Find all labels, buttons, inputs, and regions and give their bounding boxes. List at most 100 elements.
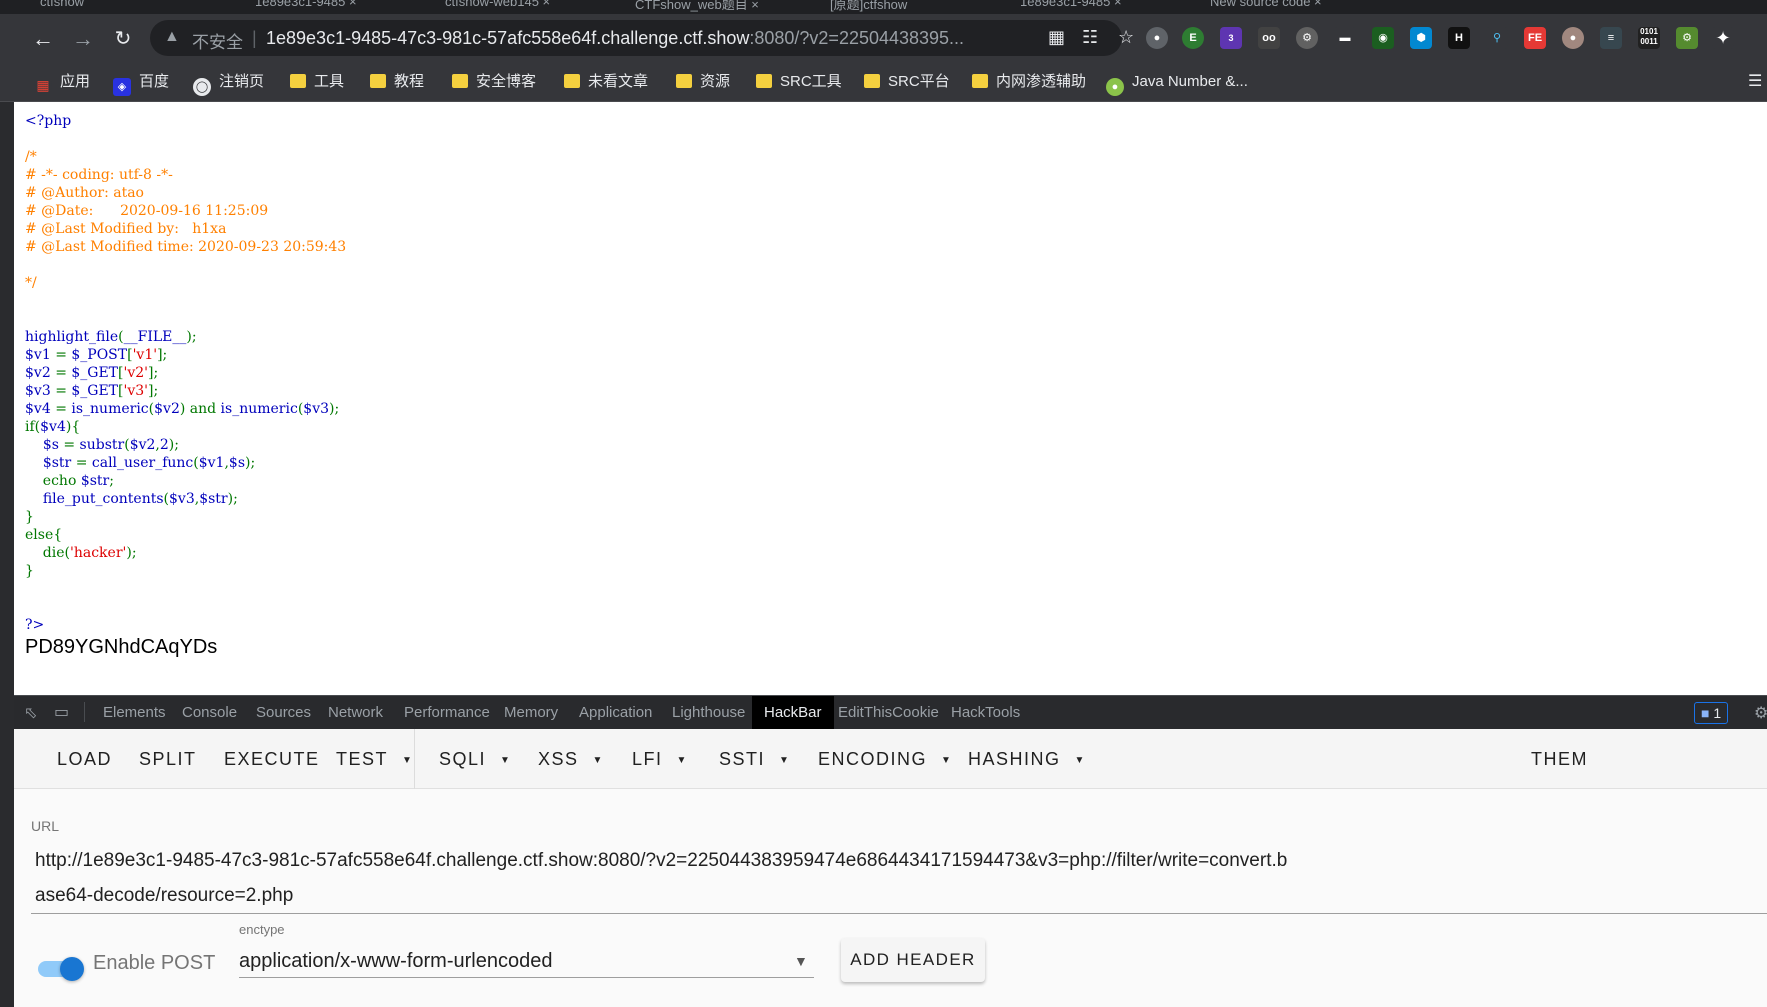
hackbar-split-button[interactable]: SPLIT <box>139 729 197 789</box>
device-toolbar-icon[interactable]: ▭ <box>54 702 69 722</box>
devtools-tab-hacktools[interactable]: HackTools <box>939 696 1032 730</box>
devtools-tab-console[interactable]: Console <box>170 696 249 730</box>
browser-tab[interactable]: ctfshow <box>40 0 84 14</box>
enctype-label: enctype <box>239 922 285 937</box>
devtools-tab-editthiscookie[interactable]: EditThisCookie <box>826 696 951 730</box>
folder-icon <box>452 74 468 88</box>
bookmark-folder-intranet[interactable]: 内网渗透辅助 <box>972 71 1086 93</box>
bookmark-folder-unread[interactable]: 未看文章 <box>564 71 648 93</box>
browser-tab[interactable]: New source code × <box>1210 0 1322 14</box>
devtools-tab-sources[interactable]: Sources <box>244 696 323 730</box>
reading-list-icon[interactable]: ☰ <box>1748 71 1762 93</box>
browser-tab[interactable]: 1e89e3c1-9485 × <box>255 0 357 14</box>
enable-post-toggle[interactable] <box>38 957 84 981</box>
devtools-tab-hackbar[interactable]: HackBar <box>752 696 834 730</box>
browser-tab[interactable]: 1e89e3c1-9485 × <box>1020 0 1122 14</box>
hackbar-encoding-menu[interactable]: ENCODING ▼ <box>818 729 951 789</box>
hat-icon[interactable]: ▬ <box>1334 27 1356 49</box>
bookmark-folder-src-platforms[interactable]: SRC平台 <box>864 71 950 93</box>
bookmark-java-number[interactable]: ● Java Number &... <box>1106 71 1248 96</box>
extension-purple-icon[interactable]: 3 <box>1220 27 1242 49</box>
enctype-select[interactable]: application/x-www-form-urlencoded <box>239 950 552 973</box>
location-pin-icon[interactable]: ⚲ <box>1486 27 1508 49</box>
chevron-down-icon: ▼ <box>402 755 412 766</box>
bookmark-folder-resources[interactable]: 资源 <box>676 71 730 93</box>
folder-icon <box>676 74 692 88</box>
bookmark-label: 安全博客 <box>476 73 537 90</box>
devtools-tab-network[interactable]: Network <box>316 696 395 730</box>
python-icon[interactable]: ≡ <box>1600 27 1622 49</box>
hackbar-menu-label: EXECUTE <box>224 749 320 769</box>
hackbar-menu-label: ENCODING <box>818 749 928 769</box>
chevron-down-icon: ▼ <box>941 755 951 766</box>
cookie-icon[interactable]: ● <box>1562 27 1584 49</box>
forward-button[interactable]: → <box>68 24 98 54</box>
bookmark-folder-src-tools[interactable]: SRC工具 <box>756 71 842 93</box>
hackbar-menu-label: THEM <box>1531 749 1588 769</box>
hackbar-load-button[interactable]: LOAD <box>57 729 112 789</box>
address-url[interactable]: 1e89e3c1-9485-47c3-981c-57afc558e64f.cha… <box>266 28 1026 49</box>
evernote-icon[interactable]: E <box>1182 27 1204 49</box>
wrench-extension-icon[interactable]: ⚙ <box>1676 27 1698 49</box>
fe-helper-icon[interactable]: FE <box>1524 27 1546 49</box>
hackbar-test-menu[interactable]: TEST ▼ <box>336 729 412 789</box>
bookmark-label: 工具 <box>314 73 345 90</box>
hackbar-theme-menu[interactable]: THEM <box>1531 729 1588 789</box>
hackbar-execute-button[interactable]: EXECUTE <box>224 729 320 789</box>
hackbar-lfi-menu[interactable]: LFI ▼ <box>632 729 686 789</box>
left-gutter <box>0 102 14 1007</box>
folder-icon <box>756 74 772 88</box>
bookmark-folder-tutorials[interactable]: 教程 <box>370 71 424 93</box>
bookmark-label: Java Number &... <box>1132 73 1248 90</box>
chevron-down-icon: ▼ <box>779 755 789 766</box>
bookmark-star-icon[interactable]: ☆ <box>1118 27 1134 48</box>
address-bar[interactable]: ▲ 不安全 | 1e89e3c1-9485-47c3-981c-57afc558… <box>150 20 1134 56</box>
reload-button[interactable]: ↻ <box>108 24 138 54</box>
extension-badge: 3 <box>1228 33 1234 43</box>
extensions-puzzle-icon[interactable]: ✦ <box>1712 27 1734 49</box>
dropdown-arrow-icon[interactable]: ▼ <box>794 953 808 969</box>
glasses-icon[interactable]: oo <box>1258 27 1280 49</box>
browser-tab[interactable]: ctfshow-web145 × <box>445 0 550 14</box>
hackbar-hashing-menu[interactable]: HASHING ▼ <box>968 729 1084 789</box>
devtools-tab-lighthouse[interactable]: Lighthouse <box>660 696 757 730</box>
add-header-button[interactable]: ADD HEADER <box>841 938 985 982</box>
bookmark-apps[interactable]: ▦ 应用 <box>34 71 90 94</box>
devtools-tab-elements[interactable]: Elements <box>91 696 178 730</box>
devtools-settings-icon[interactable]: ⚙ <box>1754 703 1767 723</box>
translate-icon[interactable]: ☷ <box>1082 27 1098 48</box>
browser-tab[interactable]: [原题]ctfshow <box>830 0 907 14</box>
hackbar-divider <box>414 729 415 789</box>
bookmark-baidu[interactable]: ◈ 百度 <box>113 71 169 96</box>
browser-toolbar: ← → ↻ ▲ 不安全 | 1e89e3c1-9485-47c3-981c-57… <box>0 14 1767 62</box>
cube-icon[interactable]: ⬢ <box>1410 27 1432 49</box>
hackbar-xss-menu[interactable]: XSS ▼ <box>538 729 602 789</box>
bookmark-folder-tools[interactable]: 工具 <box>290 71 344 93</box>
hackbar-menu-label: TEST <box>336 749 389 769</box>
binary-icon[interactable]: 0101 0011 <box>1638 27 1660 49</box>
hackbar-body: URL http://1e89e3c1-9485-47c3-981c-57afc… <box>14 789 1767 1007</box>
issues-counter[interactable]: ■ 1 <box>1694 702 1729 724</box>
extension-circle-icon[interactable]: ● <box>1146 27 1168 49</box>
bookmark-folder-security-blogs[interactable]: 安全博客 <box>452 71 536 93</box>
back-button[interactable]: ← <box>28 24 58 54</box>
devtools-tab-performance[interactable]: Performance <box>392 696 502 730</box>
inspect-element-icon[interactable]: ⬁ <box>24 703 37 723</box>
hackbar-h-icon[interactable]: H <box>1448 27 1470 49</box>
url-textarea[interactable]: http://1e89e3c1-9485-47c3-981c-57afc558e… <box>35 843 1295 913</box>
bookmark-logout[interactable]: ◯ 注销页 <box>193 71 264 96</box>
qr-code-icon[interactable]: ▦ <box>1048 27 1065 48</box>
gear-extension-icon[interactable]: ⚙ <box>1296 27 1318 49</box>
folder-icon <box>564 74 580 88</box>
browser-tab[interactable]: CTFshow_web题目 × <box>635 0 759 14</box>
hackbar-menu-label: XSS <box>538 749 579 769</box>
page-output-text: PD89YGNhdCAqYDs <box>25 636 218 658</box>
hackbar-ssti-menu[interactable]: SSTI ▼ <box>719 729 789 789</box>
devtools-tab-application[interactable]: Application <box>567 696 664 730</box>
devtools-tab-memory[interactable]: Memory <box>492 696 570 730</box>
bookmark-label: SRC工具 <box>780 73 842 90</box>
wappalyzer-icon[interactable]: ◉ <box>1372 27 1394 49</box>
hackbar-sqli-menu[interactable]: SQLI ▼ <box>439 729 510 789</box>
security-label: 不安全 <box>192 33 243 52</box>
url-field-label: URL <box>31 818 60 834</box>
